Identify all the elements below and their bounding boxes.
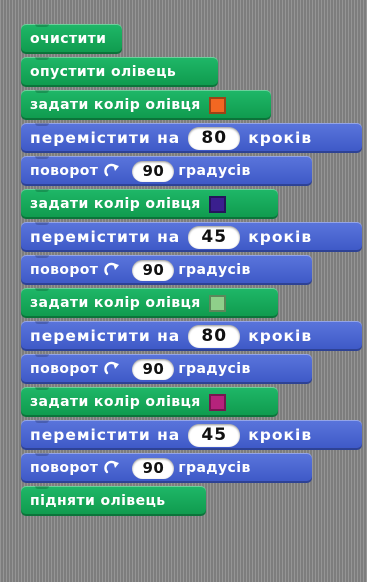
block-notch	[35, 255, 49, 258]
block-notch	[35, 189, 49, 192]
block-label: поворот	[30, 361, 99, 377]
block-notch	[35, 321, 49, 324]
block-notch	[35, 156, 49, 159]
set-pen-color-block[interactable]: задати колір олівця	[21, 387, 278, 417]
degrees-input[interactable]: 90	[132, 259, 175, 281]
block-suffix: кроків	[248, 228, 313, 246]
block-suffix: кроків	[248, 327, 313, 345]
pen-down-block[interactable]: опустити олівець	[21, 57, 218, 87]
block-suffix: градусів	[178, 163, 251, 179]
set-pen-color-block[interactable]: задати колір олівця	[21, 90, 271, 120]
block-label: перемістити на	[30, 426, 181, 444]
block-notch	[35, 24, 49, 27]
turn-block[interactable]: поворот 90 градусів	[21, 156, 312, 186]
rotate-clockwise-icon	[104, 361, 122, 377]
block-notch	[35, 354, 49, 357]
turn-block[interactable]: поворот 90 градусів	[21, 255, 312, 285]
block-label: задати колір олівця	[30, 196, 201, 212]
clear-block[interactable]: очистити	[21, 24, 122, 54]
pen-color-swatch[interactable]	[208, 294, 226, 312]
block-notch	[35, 57, 49, 60]
move-steps-block[interactable]: перемістити на 45 кроків	[21, 222, 362, 252]
block-notch	[35, 123, 49, 126]
block-label: перемістити на	[30, 129, 181, 147]
pen-color-swatch[interactable]	[208, 96, 226, 114]
steps-input[interactable]: 80	[188, 324, 241, 348]
block-suffix: градусів	[178, 361, 251, 377]
move-steps-block[interactable]: перемістити на 80 кроків	[21, 321, 362, 351]
block-label: перемістити на	[30, 327, 181, 345]
block-notch	[35, 288, 49, 291]
turn-block[interactable]: поворот 90 градусів	[21, 354, 312, 384]
degrees-input[interactable]: 90	[132, 457, 175, 479]
block-notch	[35, 387, 49, 390]
block-notch	[35, 90, 49, 93]
set-pen-color-block[interactable]: задати колір олівця	[21, 189, 278, 219]
block-notch	[35, 486, 49, 489]
block-label: задати колір олівця	[30, 394, 201, 410]
block-suffix: кроків	[248, 129, 313, 147]
steps-input[interactable]: 45	[188, 225, 241, 249]
block-label: опустити олівець	[30, 64, 177, 80]
degrees-input[interactable]: 90	[132, 358, 175, 380]
block-label: задати колір олівця	[30, 97, 201, 113]
block-label: перемістити на	[30, 228, 181, 246]
rotate-clockwise-icon	[104, 163, 122, 179]
pen-up-block[interactable]: підняти олівець	[21, 486, 206, 516]
move-steps-block[interactable]: перемістити на 80 кроків	[21, 123, 362, 153]
block-suffix: градусів	[178, 460, 251, 476]
script-stack: очистити опустити олівець задати колір о…	[21, 24, 363, 519]
block-suffix: градусів	[178, 262, 251, 278]
block-label: задати колір олівця	[30, 295, 201, 311]
turn-block[interactable]: поворот 90 градусів	[21, 453, 312, 483]
block-notch	[35, 420, 49, 423]
block-label: очистити	[30, 31, 107, 47]
rotate-clockwise-icon	[104, 460, 122, 476]
block-notch	[35, 222, 49, 225]
block-notch	[35, 453, 49, 456]
pen-color-swatch[interactable]	[208, 393, 226, 411]
block-label: поворот	[30, 460, 99, 476]
block-label: поворот	[30, 262, 99, 278]
set-pen-color-block[interactable]: задати колір олівця	[21, 288, 278, 318]
pen-color-swatch[interactable]	[208, 195, 226, 213]
steps-input[interactable]: 45	[188, 423, 241, 447]
block-label: підняти олівець	[30, 493, 166, 509]
block-label: поворот	[30, 163, 99, 179]
move-steps-block[interactable]: перемістити на 45 кроків	[21, 420, 362, 450]
degrees-input[interactable]: 90	[132, 160, 175, 182]
steps-input[interactable]: 80	[188, 126, 241, 150]
block-suffix: кроків	[248, 426, 313, 444]
rotate-clockwise-icon	[104, 262, 122, 278]
